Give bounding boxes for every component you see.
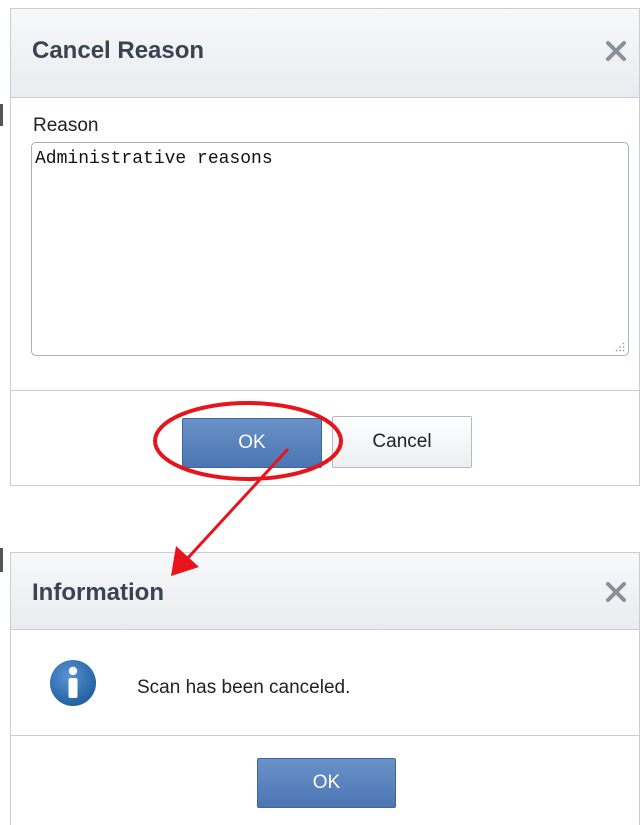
dialog-title: Cancel Reason	[32, 37, 205, 64]
reason-textarea-value: Administrative reasons	[35, 149, 273, 169]
close-icon[interactable]	[603, 579, 629, 605]
information-dialog: Information Scan has been canceled. OK	[10, 552, 640, 825]
resize-grip-icon[interactable]	[615, 342, 625, 352]
footer-divider	[11, 390, 639, 391]
cancel-reason-dialog: Cancel Reason Reason Administrative reas…	[10, 8, 640, 486]
dialog-header: Information	[11, 553, 639, 630]
ok-button[interactable]: OK	[182, 418, 322, 468]
reason-textarea[interactable]: Administrative reasons	[31, 142, 629, 356]
dialog-title: Information	[32, 579, 164, 606]
footer-divider	[11, 735, 639, 736]
window-edge-mark	[0, 104, 3, 126]
reason-label: Reason	[33, 115, 99, 136]
dialog-header: Cancel Reason	[11, 9, 639, 98]
cancel-button[interactable]: Cancel	[332, 416, 472, 468]
ok-button[interactable]: OK	[257, 758, 396, 808]
info-icon	[50, 660, 96, 706]
info-message: Scan has been canceled.	[137, 677, 351, 698]
window-edge-mark	[0, 548, 3, 572]
close-icon[interactable]	[603, 38, 629, 64]
